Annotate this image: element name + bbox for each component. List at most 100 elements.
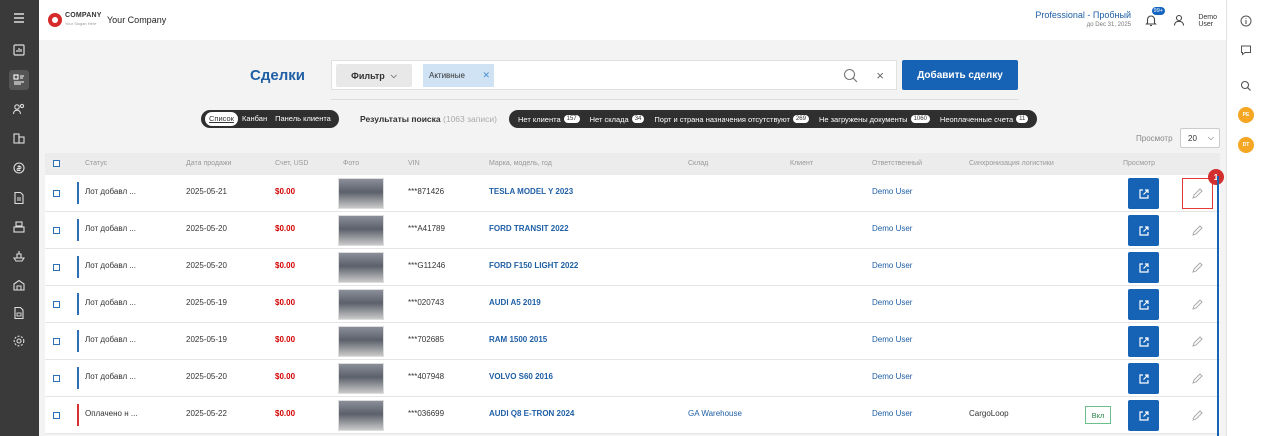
quick-filter-no-docs[interactable]: Не загружены документы 1060 [814, 115, 935, 124]
edit-deal-button[interactable] [1182, 326, 1213, 357]
open-deal-button[interactable] [1128, 363, 1159, 394]
car-photo[interactable] [338, 326, 384, 357]
car-photo[interactable] [338, 178, 384, 209]
edit-deal-button[interactable] [1182, 400, 1213, 431]
filter-button[interactable]: Фильтр ⌵ [336, 64, 412, 87]
settings-icon[interactable] [9, 331, 29, 351]
dollar-refresh-icon[interactable] [9, 158, 29, 178]
col-responsible[interactable]: Ответственный [872, 160, 922, 167]
car-photo[interactable] [338, 252, 384, 283]
row-responsible-link[interactable]: Demo User [872, 261, 912, 270]
table-row[interactable]: Лот добавл ... 2025-05-20 $0.00 ***407948 VO… [45, 360, 1220, 397]
car-photo[interactable] [338, 289, 384, 320]
row-model-link[interactable]: VOLVO S60 2016 [489, 372, 553, 381]
open-deal-button[interactable] [1128, 252, 1159, 283]
buildings-icon[interactable] [9, 128, 29, 148]
row-model-link[interactable]: RAM 1500 2015 [489, 335, 547, 344]
edit-deal-button[interactable] [1182, 252, 1213, 283]
company-logo[interactable]: COMPANY Your Slogan Here [48, 12, 102, 28]
row-checkbox[interactable] [53, 375, 60, 382]
row-responsible-link[interactable]: Demo User [872, 224, 912, 233]
user-icon[interactable] [1172, 13, 1186, 27]
row-warehouse-link[interactable]: GA Warehouse [688, 409, 742, 418]
row-model-link[interactable]: FORD F150 LIGHT 2022 [489, 261, 578, 270]
active-filter-chip[interactable]: Активные ✕ [423, 64, 494, 87]
col-model[interactable]: Марка, модель, год [489, 160, 552, 167]
search-icon[interactable] [1240, 80, 1252, 92]
view-list-tab[interactable]: Список [205, 112, 238, 126]
row-model-link[interactable]: FORD TRANSIT 2022 [489, 224, 569, 233]
view-client-panel-tab[interactable]: Панель клиента [271, 112, 335, 126]
row-checkbox[interactable] [53, 412, 60, 419]
scrollbar[interactable] [1217, 176, 1219, 436]
table-row[interactable]: Лот добавл ... 2025-05-21 $0.00 ***871426 TE… [45, 175, 1220, 212]
table-row[interactable]: Лот добавл ... 2025-05-19 $0.00 ***702685 RA… [45, 323, 1220, 360]
row-responsible-link[interactable]: Demo User [872, 372, 912, 381]
chat-icon[interactable] [1240, 44, 1252, 56]
table-row[interactable]: Лот добавл ... 2025-05-20 $0.00 ***G11246 FO… [45, 249, 1220, 286]
open-deal-button[interactable] [1128, 400, 1159, 431]
col-status[interactable]: Статус [85, 160, 107, 167]
col-sale-date[interactable]: Дата продажи [186, 160, 231, 167]
col-warehouse[interactable]: Склад [688, 160, 708, 167]
row-responsible-link[interactable]: Demo User [872, 298, 912, 307]
bell-icon[interactable] [1144, 13, 1158, 27]
quick-filter-no-port[interactable]: Порт и страна назначения отсутствуют 269 [649, 115, 814, 124]
col-vin[interactable]: VIN [408, 160, 420, 167]
edit-deal-button[interactable] [1182, 289, 1213, 320]
edit-deal-button[interactable] [1182, 363, 1213, 394]
quick-filter-no-warehouse[interactable]: Нет склада 34 [585, 115, 650, 124]
user-name[interactable]: Demo User [1198, 14, 1217, 28]
edit-deal-button[interactable] [1182, 178, 1213, 209]
clear-search-icon[interactable]: × [876, 68, 884, 83]
quick-filter-no-client[interactable]: Нет клиента 157 [513, 115, 585, 124]
row-responsible-link[interactable]: Demo User [872, 187, 912, 196]
row-checkbox[interactable] [53, 301, 60, 308]
per-page-select[interactable]: 20 ⌵ [1180, 128, 1220, 148]
plan-info[interactable]: Professional - Пробный до Dec 31, 2025 [1035, 10, 1131, 28]
avatar-pe[interactable]: PE [1238, 107, 1254, 123]
table-row[interactable]: Лот добавл ... 2025-05-19 $0.00 ***020743 AU… [45, 286, 1220, 323]
search-icon[interactable] [843, 68, 858, 83]
car-photo[interactable] [338, 363, 384, 394]
car-photo[interactable] [338, 215, 384, 246]
logistics-toggle-button[interactable]: Вкл [1085, 406, 1111, 424]
row-model-link[interactable]: TESLA MODEL Y 2023 [489, 187, 573, 196]
row-responsible-link[interactable]: Demo User [872, 335, 912, 344]
view-kanban-tab[interactable]: Канбан [238, 112, 271, 126]
dashboard-icon[interactable] [9, 40, 29, 60]
row-checkbox[interactable] [53, 338, 60, 345]
open-deal-button[interactable] [1128, 215, 1159, 246]
row-checkbox[interactable] [53, 190, 60, 197]
add-deal-button[interactable]: Добавить сделку [902, 60, 1018, 90]
open-deal-button[interactable] [1128, 289, 1159, 320]
warehouse-icon[interactable] [9, 275, 29, 295]
edit-deal-button[interactable] [1182, 215, 1213, 246]
row-model-link[interactable]: AUDI Q8 E-TRON 2024 [489, 409, 574, 418]
deals-icon[interactable] [9, 70, 29, 90]
row-checkbox[interactable] [53, 227, 60, 234]
row-model-link[interactable]: AUDI A5 2019 [489, 298, 541, 307]
car-photo[interactable] [338, 400, 384, 431]
row-checkbox[interactable] [53, 264, 60, 271]
col-invoice[interactable]: Счет, USD [275, 160, 308, 167]
col-client[interactable]: Клиент [790, 160, 813, 167]
quick-filter-unpaid[interactable]: Неоплаченные счета 11 [935, 115, 1033, 124]
open-deal-button[interactable] [1128, 178, 1159, 209]
select-all-checkbox[interactable] [53, 160, 60, 167]
container-icon[interactable] [9, 217, 29, 237]
open-deal-button[interactable] [1128, 326, 1159, 357]
table-row[interactable]: Оплачено н ... 2025-05-22 $0.00 ***036699 AU… [45, 397, 1220, 434]
row-responsible-link[interactable]: Demo User [872, 409, 912, 418]
report-icon[interactable] [9, 303, 29, 323]
help-icon[interactable] [1240, 15, 1252, 27]
col-logistics[interactable]: Синхронизация логистики [969, 160, 1054, 167]
users-icon[interactable] [9, 99, 29, 119]
ship-icon[interactable] [9, 246, 29, 266]
remove-chip-icon[interactable]: ✕ [482, 70, 490, 81]
avatar-dt[interactable]: DT [1238, 137, 1254, 153]
menu-icon[interactable] [9, 8, 29, 28]
table-row[interactable]: Лот добавл ... 2025-05-20 $0.00 ***A41789 FO… [45, 212, 1220, 249]
row-price: $0.00 [275, 298, 296, 307]
document-icon[interactable] [9, 188, 29, 208]
